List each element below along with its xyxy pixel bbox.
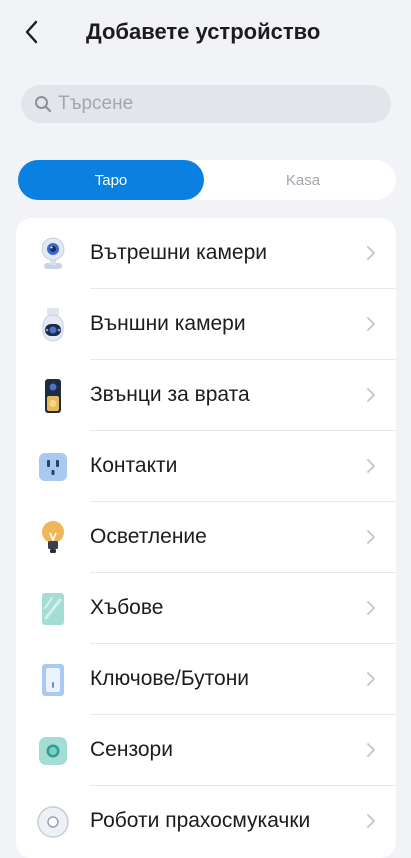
- search-icon: [34, 95, 52, 113]
- search-input[interactable]: [58, 93, 358, 115]
- chevron-right-icon: [367, 246, 375, 260]
- list-item-hubs[interactable]: Хъбове: [16, 573, 396, 644]
- device-category-list: Вътрешни камери Външни камери Звънци за …: [16, 218, 396, 858]
- list-item-label: Сензори: [90, 738, 173, 761]
- indoor-camera-icon: [36, 236, 70, 272]
- search-bar[interactable]: [21, 85, 391, 123]
- chevron-left-icon: [25, 20, 38, 44]
- back-button[interactable]: [14, 14, 48, 50]
- list-item-switches-buttons[interactable]: Ключове/Бутони: [16, 644, 396, 715]
- chevron-right-icon: [367, 601, 375, 615]
- list-item-smart-plugs[interactable]: Контакти: [16, 431, 396, 502]
- doorbell-icon: [36, 378, 70, 414]
- list-item-indoor-cameras[interactable]: Вътрешни камери: [16, 218, 396, 289]
- list-item-doorbells[interactable]: Звънци за врата: [16, 360, 396, 431]
- list-item-label: Звънци за врата: [90, 383, 250, 406]
- smart-plug-icon: [36, 449, 70, 485]
- switch-icon: [36, 662, 70, 698]
- list-item-label: Вътрешни камери: [90, 241, 267, 264]
- hub-icon: [36, 591, 70, 627]
- robot-vacuum-icon: [36, 804, 70, 840]
- list-item-label: Външни камери: [90, 312, 246, 335]
- list-item-label: Роботи прахосмукачки: [90, 809, 311, 832]
- chevron-right-icon: [367, 530, 375, 544]
- page-title: Добавете устройство: [86, 19, 321, 44]
- chevron-right-icon: [367, 388, 375, 402]
- light-bulb-icon: [36, 520, 70, 556]
- tab-tapo[interactable]: Tapo: [18, 160, 204, 200]
- list-item-outdoor-cameras[interactable]: Външни камери: [16, 289, 396, 360]
- list-item-label: Осветление: [90, 525, 207, 548]
- brand-segmented-control: Tapo Kasa: [18, 160, 396, 200]
- list-item-label: Хъбове: [90, 596, 164, 619]
- list-item-robot-vacuums[interactable]: Роботи прахосмукачки: [16, 786, 396, 857]
- outdoor-camera-icon: [36, 307, 70, 343]
- list-item-label: Ключове/Бутони: [90, 667, 250, 690]
- tab-kasa[interactable]: Kasa: [210, 160, 396, 200]
- chevron-right-icon: [367, 743, 375, 757]
- list-item-lighting[interactable]: Осветление: [16, 502, 396, 573]
- chevron-right-icon: [367, 317, 375, 331]
- chevron-right-icon: [367, 814, 375, 828]
- header: Добавете устройство: [0, 0, 411, 66]
- list-item-sensors[interactable]: Сензори: [16, 715, 396, 786]
- chevron-right-icon: [367, 459, 375, 473]
- sensor-icon: [36, 733, 70, 769]
- list-item-label: Контакти: [90, 454, 178, 477]
- chevron-right-icon: [367, 672, 375, 686]
